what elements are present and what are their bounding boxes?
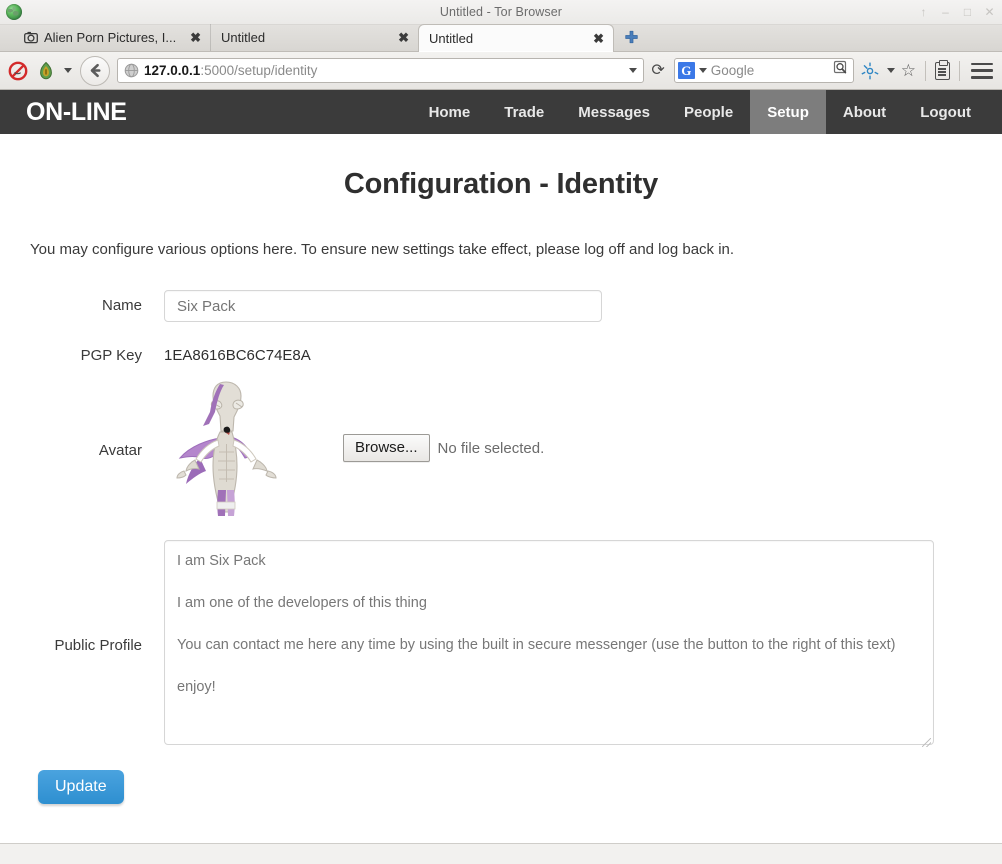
window-titlebar: Untitled - Tor Browser ↑ – □ ✕ [0, 0, 1002, 25]
page-content: ON-LINE Home Trade Messages People Setup… [0, 90, 1002, 844]
camera-icon [24, 31, 38, 44]
site-brand[interactable]: ON-LINE [26, 90, 127, 134]
site-nav-links: Home Trade Messages People Setup About L… [412, 90, 1002, 134]
tab-title: Untitled [221, 30, 266, 45]
shade-window-button[interactable]: ↑ [918, 6, 929, 18]
close-tab-button[interactable]: ✖ [392, 31, 409, 44]
clipboard-icon[interactable] [935, 59, 950, 80]
identity-form: Name PGP Key 1EA8616BC6C74E8A Avatar [24, 290, 978, 804]
url-path: :5000/setup/identity [200, 63, 318, 78]
window-title: Untitled - Tor Browser [439, 5, 563, 19]
form-row-name: Name [24, 290, 978, 322]
form-row-public-profile: Public Profile [24, 540, 978, 750]
public-profile-label: Public Profile [54, 636, 142, 654]
tab-title: Alien Porn Pictures, I... [44, 30, 177, 45]
browser-tab-active[interactable]: Untitled ✖ [418, 24, 614, 52]
close-tab-button[interactable]: ✖ [184, 31, 201, 44]
bookmark-star-icon[interactable]: ☆ [901, 62, 916, 79]
search-magnifier-icon[interactable] [833, 60, 849, 81]
close-window-button[interactable]: ✕ [984, 6, 995, 18]
form-row-avatar: Avatar Browse... No file selected. [24, 378, 978, 518]
avatar-label: Avatar [98, 442, 142, 459]
site-globe-icon [124, 63, 139, 78]
back-button[interactable] [80, 55, 110, 86]
url-host: 127.0.0.1 [144, 63, 201, 78]
chevron-down-icon[interactable] [886, 68, 895, 73]
window-controls: ↑ – □ ✕ [918, 6, 995, 18]
nav-item-home[interactable]: Home [412, 90, 488, 134]
browse-button[interactable]: Browse... [343, 433, 430, 463]
tab-title: Untitled [429, 31, 474, 46]
onion-icon[interactable] [35, 60, 57, 82]
search-input[interactable]: Google [711, 63, 829, 78]
window-bottom-strip [0, 844, 1002, 864]
page-description: You may configure various options here. … [30, 241, 735, 258]
browser-toolbar: 127.0.0.1:5000/setup/identity ⟳ G Google [0, 52, 1002, 90]
close-tab-button[interactable]: ✖ [587, 32, 604, 45]
toolbar-divider [925, 60, 926, 81]
toolbar-divider [959, 60, 960, 81]
minimize-window-button[interactable]: – [940, 6, 951, 18]
search-bar[interactable]: G Google [673, 58, 854, 83]
tab-strip: Alien Porn Pictures, I... ✖ Untitled ✖ U… [0, 24, 1002, 52]
update-button[interactable]: Update [38, 770, 124, 804]
page-body: Configuration - Identity You may configu… [0, 168, 1002, 843]
tor-circuit-icon[interactable] [860, 61, 880, 81]
google-logo-icon: G [677, 62, 695, 79]
no-file-selected-label: No file selected. [437, 439, 545, 457]
address-dropdown-icon[interactable] [629, 68, 638, 73]
reload-button[interactable]: ⟳ [651, 62, 664, 79]
form-row-pgp-key: PGP Key 1EA8616BC6C74E8A [24, 340, 978, 364]
search-engine-dropdown-icon[interactable] [698, 68, 707, 73]
browser-tab[interactable]: Untitled ✖ [210, 24, 418, 51]
pgp-key-label: PGP Key [80, 347, 142, 364]
address-bar-text[interactable]: 127.0.0.1:5000/setup/identity [144, 63, 624, 78]
new-tab-button[interactable] [618, 24, 644, 50]
name-label: Name [101, 297, 142, 314]
file-chooser: Browse... No file selected. [343, 433, 545, 463]
site-navbar: ON-LINE Home Trade Messages People Setup… [0, 90, 1002, 134]
address-bar[interactable]: 127.0.0.1:5000/setup/identity [117, 58, 645, 83]
nav-item-trade[interactable]: Trade [487, 90, 561, 134]
nav-item-people[interactable]: People [667, 90, 750, 134]
form-actions: Update [24, 770, 978, 804]
maximize-window-button[interactable]: □ [962, 6, 973, 18]
pgp-key-value: 1EA8616BC6C74E8A [164, 347, 311, 364]
browser-tab[interactable]: Alien Porn Pictures, I... ✖ [14, 24, 210, 51]
nav-item-setup[interactable]: Setup [750, 90, 826, 134]
globe-icon [6, 4, 22, 20]
noscript-blocked-icon[interactable] [7, 60, 29, 82]
plus-icon [624, 30, 638, 43]
name-input[interactable] [164, 290, 602, 322]
public-profile-textarea[interactable] [164, 540, 934, 745]
hamburger-menu-icon[interactable] [971, 62, 993, 79]
browser-window: Untitled - Tor Browser ↑ – □ ✕ Alien Por… [0, 0, 1002, 864]
nav-item-about[interactable]: About [826, 90, 903, 134]
nav-item-logout[interactable]: Logout [903, 90, 988, 134]
chevron-down-icon[interactable] [64, 68, 72, 73]
nav-item-messages[interactable]: Messages [561, 90, 667, 134]
avatar-image [164, 378, 290, 518]
back-arrow-icon [90, 63, 100, 78]
page-title: Configuration - Identity [343, 168, 659, 200]
